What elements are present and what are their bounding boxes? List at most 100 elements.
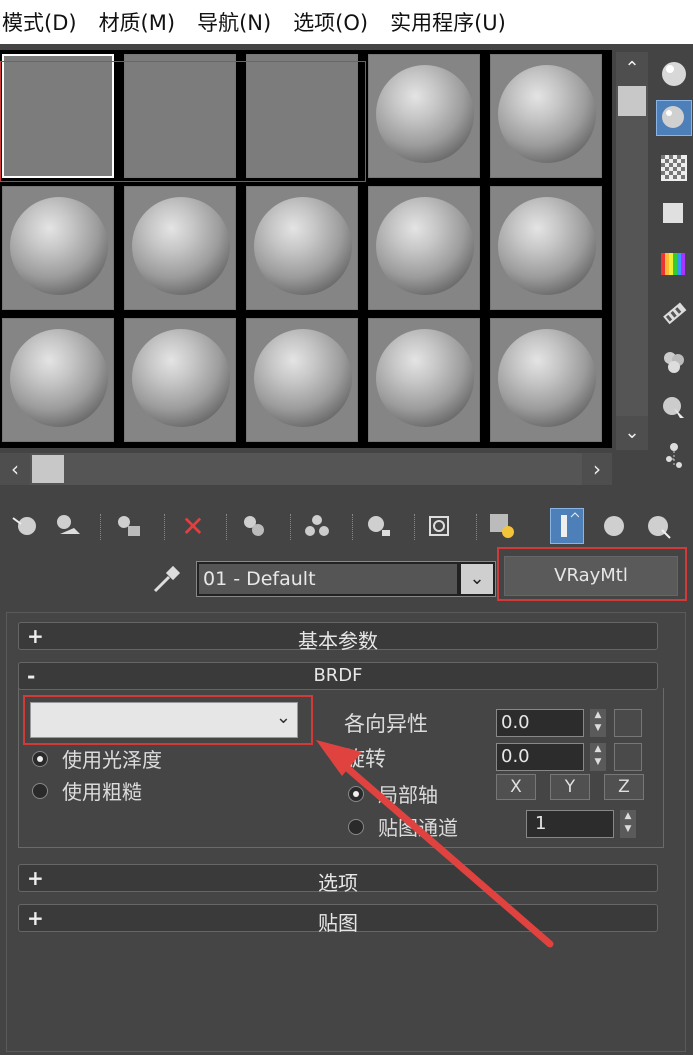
anisotropy-map-button[interactable] bbox=[614, 709, 642, 737]
menu-mode[interactable]: 模式(D) bbox=[0, 7, 91, 37]
spinner-arrows[interactable]: ▲ ▼ bbox=[590, 743, 606, 771]
material-sample-slot[interactable] bbox=[368, 318, 480, 442]
radio-label: 使用光泽度 bbox=[62, 748, 162, 772]
material-sample-slot[interactable] bbox=[124, 318, 236, 442]
radio-button[interactable] bbox=[32, 750, 48, 767]
material-sample-slot[interactable] bbox=[368, 54, 480, 178]
material-sample-slot[interactable] bbox=[124, 54, 236, 178]
menu-material[interactable]: 材质(M) bbox=[97, 7, 190, 37]
side-toolbar bbox=[652, 52, 693, 482]
scroll-down-button[interactable]: ⌄ bbox=[616, 416, 648, 450]
scroll-left-button[interactable]: ‹ bbox=[0, 453, 30, 485]
pick-material-eyedropper-icon[interactable] bbox=[148, 562, 184, 598]
horizontal-scrollbar[interactable]: ‹ › bbox=[0, 453, 612, 485]
rollout-title: 基本参数 bbox=[298, 629, 378, 653]
show-end-result-icon[interactable] bbox=[486, 508, 520, 544]
rotation-label: 旋转 bbox=[344, 747, 386, 771]
material-id-channel-icon[interactable] bbox=[362, 508, 396, 544]
put-to-library-icon[interactable] bbox=[300, 508, 334, 544]
sample-sphere bbox=[498, 329, 596, 427]
rotation-value[interactable]: 0.0 bbox=[496, 743, 584, 771]
rollout-basic-parameters[interactable]: + 基本参数 bbox=[18, 622, 658, 653]
sample-sphere bbox=[376, 65, 474, 163]
go-to-parent-icon[interactable] bbox=[550, 508, 584, 544]
vertical-scrollbar[interactable]: ⌃ ⌄ bbox=[616, 52, 648, 450]
radio-use-glossiness[interactable]: 使用光泽度 bbox=[32, 744, 162, 773]
make-preview-icon[interactable] bbox=[656, 296, 692, 332]
spinner-arrows[interactable]: ▲ ▼ bbox=[590, 709, 606, 737]
radio-label: 贴图通道 bbox=[378, 816, 458, 840]
menu-navigation[interactable]: 导航(N) bbox=[195, 7, 285, 37]
backlight-icon[interactable] bbox=[656, 100, 692, 136]
go-forward-sibling-icon[interactable] bbox=[642, 508, 676, 544]
reset-map-icon[interactable]: ✕ bbox=[176, 508, 210, 544]
material-sample-slot[interactable] bbox=[368, 186, 480, 310]
radio-button[interactable] bbox=[348, 785, 364, 802]
material-sample-slot[interactable] bbox=[2, 186, 114, 310]
material-sample-slot[interactable] bbox=[124, 186, 236, 310]
scroll-thumb[interactable] bbox=[618, 86, 646, 116]
rollout-title: 贴图 bbox=[318, 911, 358, 935]
rollout-options[interactable]: + 选项 bbox=[18, 864, 658, 895]
radio-label: 局部轴 bbox=[378, 783, 438, 807]
sample-sphere bbox=[376, 197, 474, 295]
radio-button[interactable] bbox=[348, 818, 364, 835]
material-sample-slot[interactable] bbox=[246, 318, 358, 442]
sample-type-icon[interactable] bbox=[656, 56, 692, 92]
menu-utilities[interactable]: 实用程序(U) bbox=[388, 7, 520, 37]
radio-map-channel[interactable]: 贴图通道 bbox=[348, 812, 458, 841]
sample-sphere bbox=[498, 197, 596, 295]
radio-use-roughness[interactable]: 使用粗糙 bbox=[32, 776, 142, 805]
options-icon[interactable] bbox=[656, 344, 692, 380]
go-forward-icon[interactable] bbox=[598, 508, 632, 544]
axis-y-button[interactable]: Y bbox=[550, 774, 590, 800]
material-name-field[interactable]: 01 - Default bbox=[199, 564, 457, 594]
rotation-map-button[interactable] bbox=[614, 743, 642, 771]
spinner-arrows[interactable]: ▲ ▼ bbox=[620, 810, 636, 838]
material-sample-slot[interactable] bbox=[2, 54, 114, 178]
menu-bar: 模式(D) 材质(M) 导航(N) 选项(O) 实用程序(U) bbox=[0, 0, 693, 44]
material-name-dropdown[interactable]: 01 - Default ⌄ bbox=[196, 561, 496, 597]
get-material-icon[interactable] bbox=[8, 508, 42, 544]
material-sample-slot[interactable] bbox=[490, 54, 602, 178]
menu-options[interactable]: 选项(O) bbox=[291, 7, 382, 37]
map-channel-value[interactable]: 1 bbox=[526, 810, 614, 838]
chevron-down-icon[interactable]: ⌄ bbox=[461, 564, 493, 594]
anisotropy-label: 各向异性 bbox=[344, 712, 428, 736]
brdf-type-select[interactable]: ⌄ bbox=[30, 702, 298, 738]
material-type-button[interactable]: VRayMtl bbox=[504, 556, 678, 596]
sample-slot-grid bbox=[0, 50, 612, 448]
material-sample-slot[interactable] bbox=[490, 186, 602, 310]
radio-local-axis[interactable]: 局部轴 bbox=[348, 779, 438, 808]
sample-uv-icon[interactable] bbox=[656, 196, 692, 232]
material-toolbar: ✕ bbox=[0, 504, 693, 548]
material-sample-slot[interactable] bbox=[2, 318, 114, 442]
scroll-up-button[interactable]: ⌃ bbox=[616, 52, 648, 86]
axis-z-button[interactable]: Z bbox=[604, 774, 644, 800]
sample-sphere bbox=[10, 329, 108, 427]
sample-sphere bbox=[132, 197, 230, 295]
assign-to-selection-icon[interactable] bbox=[112, 508, 146, 544]
sample-sphere bbox=[498, 65, 596, 163]
rollout-title: 选项 bbox=[318, 871, 358, 895]
material-sample-slot[interactable] bbox=[490, 318, 602, 442]
anisotropy-value[interactable]: 0.0 bbox=[496, 709, 584, 737]
scroll-right-button[interactable]: › bbox=[582, 453, 612, 485]
sample-sphere bbox=[376, 329, 474, 427]
radio-button[interactable] bbox=[32, 782, 48, 799]
make-unique-icon[interactable] bbox=[238, 508, 272, 544]
put-to-scene-icon[interactable] bbox=[50, 508, 84, 544]
select-by-material-icon[interactable] bbox=[656, 390, 692, 426]
material-sample-slot[interactable] bbox=[246, 54, 358, 178]
material-map-navigator-icon[interactable] bbox=[656, 438, 692, 474]
rollout-maps[interactable]: + 贴图 bbox=[18, 904, 658, 935]
material-sample-slot[interactable] bbox=[246, 186, 358, 310]
checker-background-icon[interactable] bbox=[656, 150, 692, 186]
hscroll-thumb[interactable] bbox=[32, 455, 64, 483]
show-map-icon[interactable] bbox=[424, 508, 458, 544]
axis-x-button[interactable]: X bbox=[496, 774, 536, 800]
sample-sphere bbox=[132, 329, 230, 427]
sample-sphere bbox=[254, 329, 352, 427]
video-color-check-icon[interactable] bbox=[656, 246, 692, 282]
rollout-brdf[interactable]: - BRDF bbox=[18, 662, 658, 690]
